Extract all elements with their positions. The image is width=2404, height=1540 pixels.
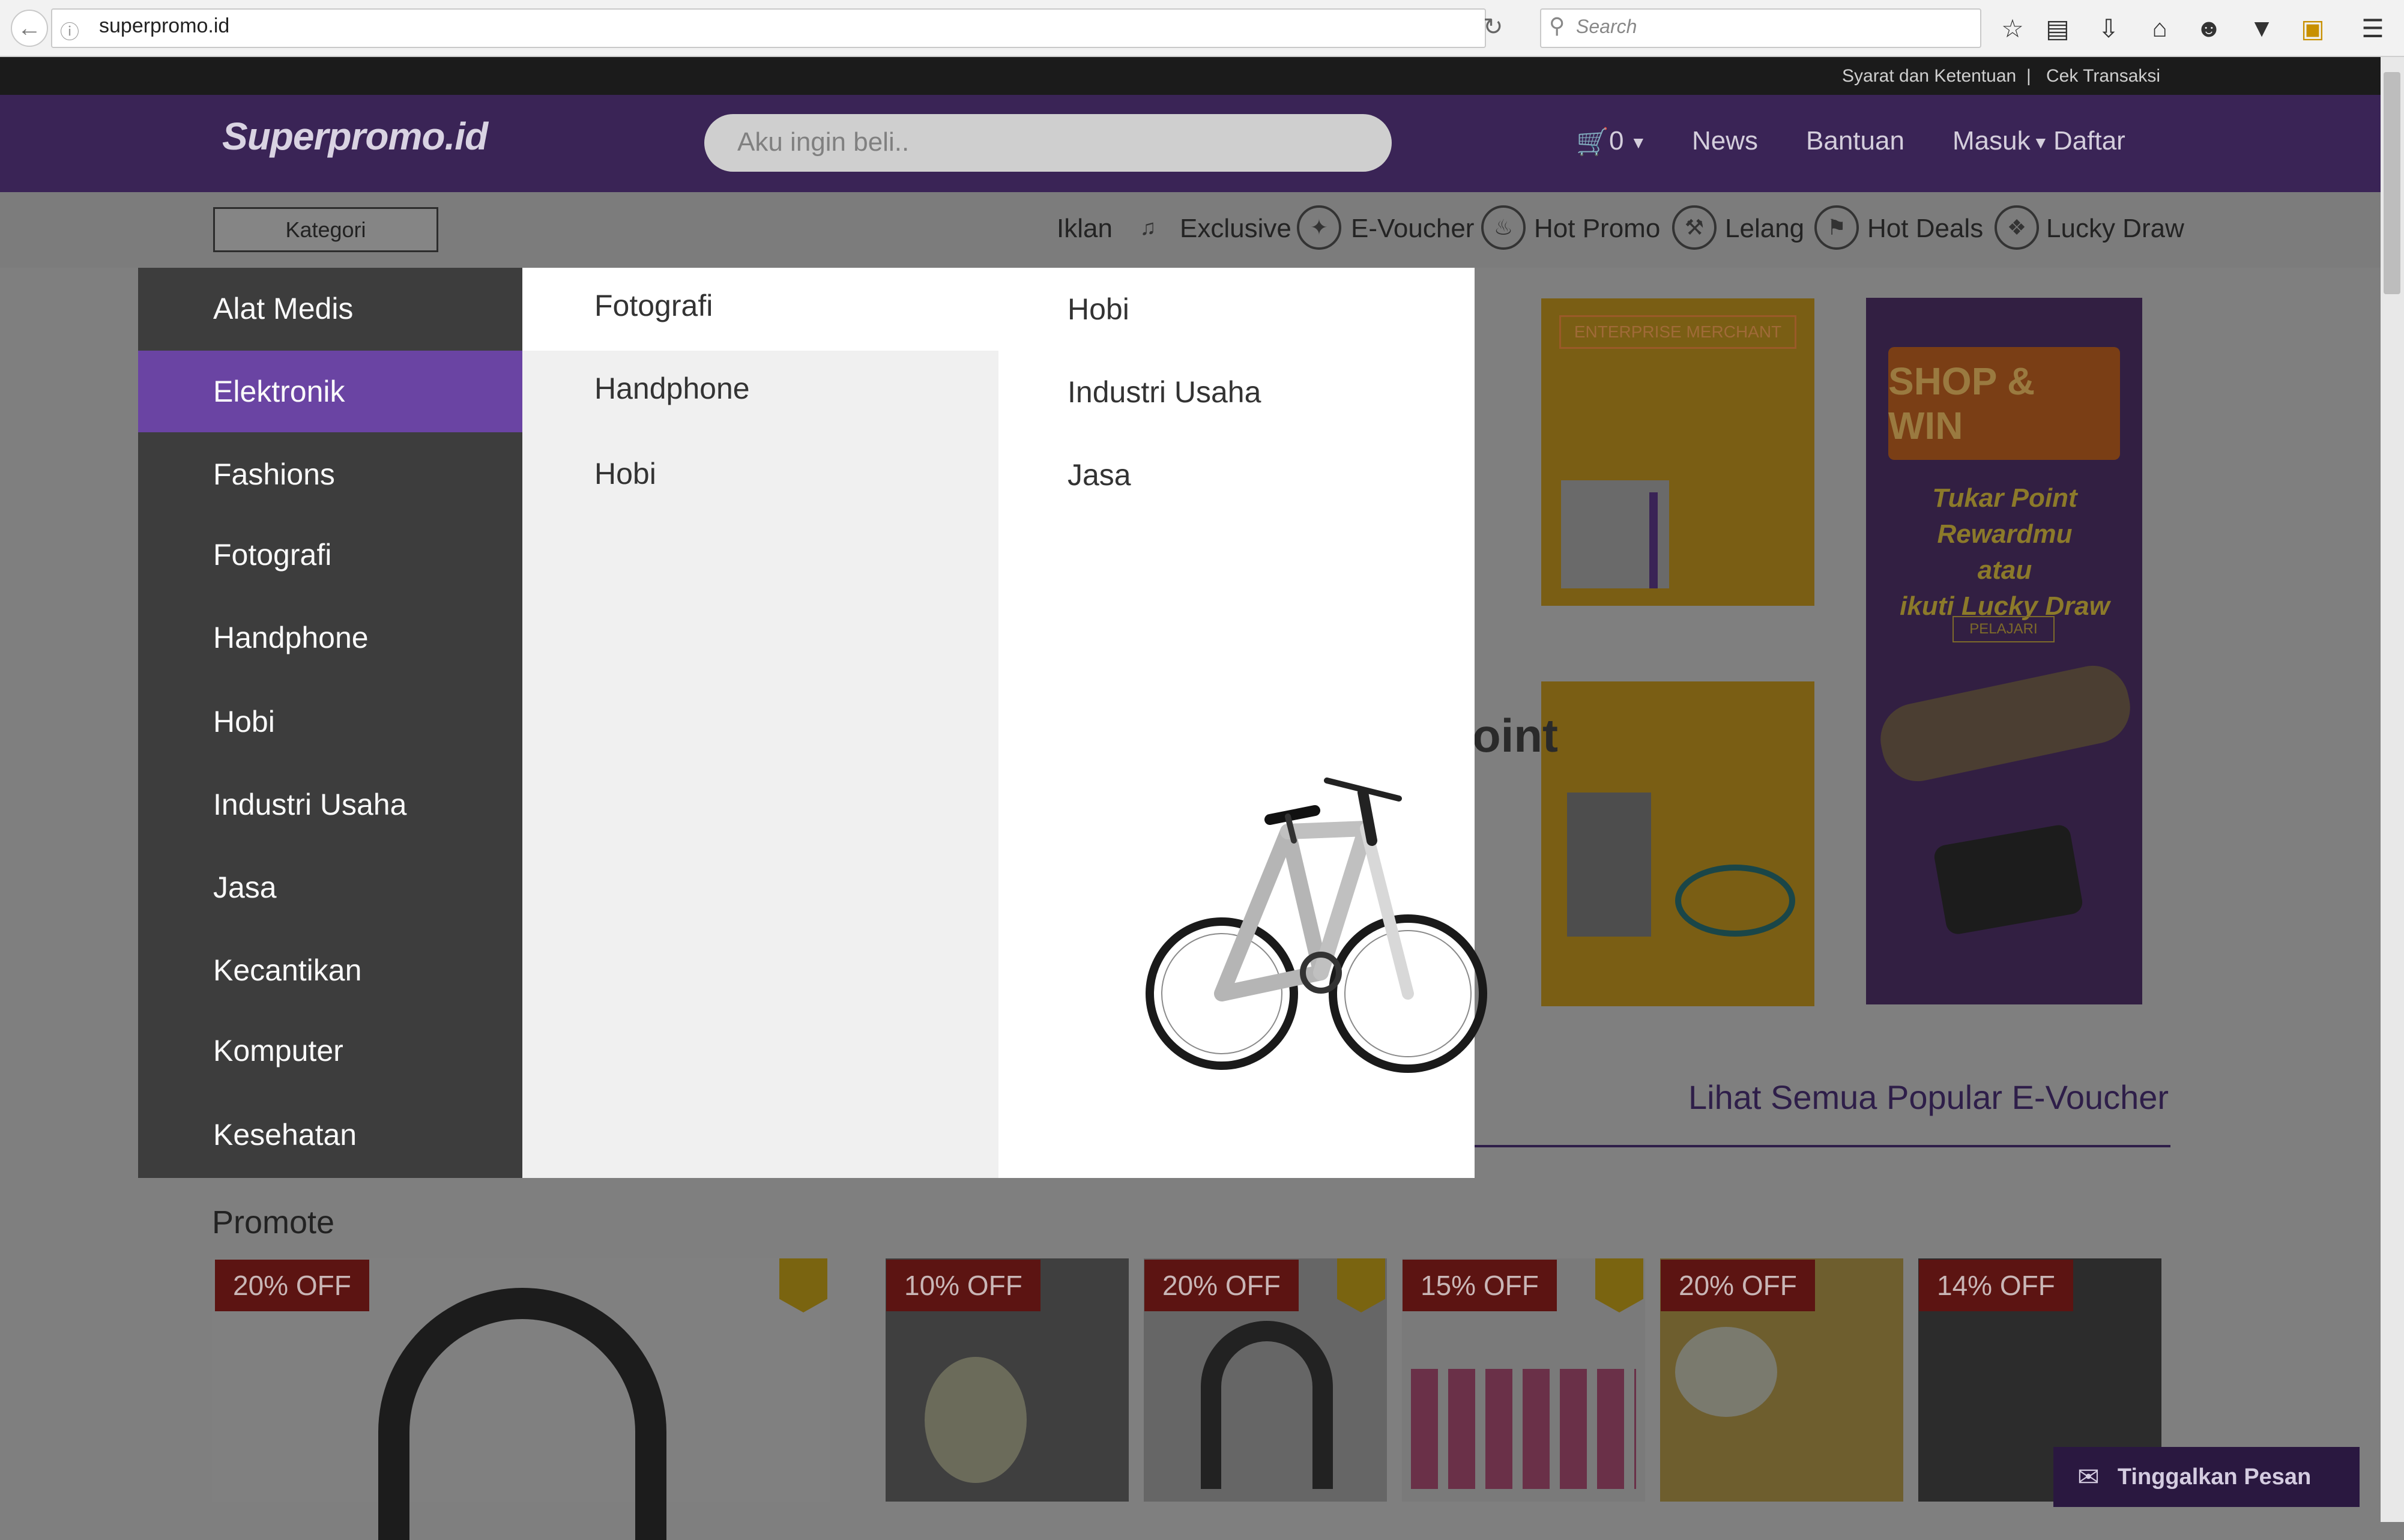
menu-item-alat-medis[interactable]: Alat Medis (138, 268, 522, 349)
subcategory-hobi[interactable]: Hobi (594, 456, 656, 491)
menu-item-fashions[interactable]: Fashions (138, 433, 522, 515)
nav-news[interactable]: News (1692, 126, 1758, 156)
lipstick-image (1411, 1369, 1636, 1489)
fridge-image (1567, 793, 1651, 937)
check-transaction-link[interactable]: Cek Transaksi (2046, 66, 2160, 86)
menu-item-industri-usaha[interactable]: Industri Usaha (138, 764, 522, 845)
cat-link-hotdeals[interactable]: Hot Deals (1867, 214, 1983, 244)
menu-item-fotografi[interactable]: Fotografi (138, 514, 522, 596)
promote-section-title: Promote (212, 1204, 335, 1240)
nav-daftar[interactable]: Daftar (2053, 126, 2125, 156)
gift-icon: ❖ (1995, 205, 2039, 250)
menu-hamburger-icon[interactable]: ☰ (2357, 12, 2389, 44)
flame-icon: ♨ (1481, 205, 1526, 250)
magic-wand-icon: ✦ (1297, 205, 1341, 250)
subcategory-hover-highlight (522, 268, 998, 351)
menu-item-kesehatan[interactable]: Kesehatan (138, 1094, 522, 1176)
cat-link-luckydraw[interactable]: Lucky Draw (2046, 214, 2184, 244)
site-search-placeholder: Aku ingin beli.. (737, 127, 910, 157)
chevron-down-icon[interactable]: ▼ (1630, 133, 1647, 152)
site-logo[interactable]: Superpromo.id (222, 114, 488, 159)
subcategory-fotografi[interactable]: Fotografi (594, 288, 713, 323)
discount-badge: 20% OFF (1144, 1260, 1299, 1311)
menu-item-handphone[interactable]: Handphone (138, 597, 522, 678)
nav-bantuan[interactable]: Bantuan (1806, 126, 1904, 156)
menu-item-elektronik[interactable]: Elektronik (138, 351, 522, 432)
cart-icon[interactable]: 🛒 (1576, 126, 1609, 157)
chat-widget-label: Tinggalkan Pesan (2117, 1464, 2312, 1490)
shop-win-title: SHOP & WIN (1888, 347, 2120, 460)
discount-badge: 20% OFF (215, 1260, 369, 1311)
salted-egg-image (925, 1357, 1027, 1483)
scrollbar-thumb[interactable] (2384, 72, 2400, 294)
menu-item-hobi[interactable]: Hobi (138, 681, 522, 762)
top-utility-bar (0, 57, 2381, 95)
discount-badge: 14% OFF (1919, 1260, 2073, 1311)
url-text: superpromo.id (99, 14, 230, 37)
subcategory-handphone[interactable]: Handphone (594, 371, 750, 406)
reading-list-icon[interactable]: ▤ (2041, 12, 2074, 44)
cat-link-hotpromo[interactable]: Hot Promo (1534, 214, 1660, 244)
terms-link[interactable]: Syarat dan Ketentuan (1842, 66, 2016, 86)
search-icon: ⚲ (1549, 13, 1565, 38)
tukar-line: Tukar Point Rewardmu (1932, 483, 2077, 549)
discount-badge: 15% OFF (1403, 1260, 1557, 1311)
extension-icon[interactable]: ▣ (2297, 12, 2329, 44)
see-all-evoucher-link[interactable]: Lihat Semua Popular E-Voucher (1688, 1078, 2169, 1117)
cat-link-evoucher[interactable]: E-Voucher (1351, 214, 1474, 244)
cart-count[interactable]: 0 (1609, 126, 1623, 156)
subcategory-industri-usaha[interactable]: Industri Usaha (1068, 375, 1261, 409)
chat-bubble-icon[interactable]: ☻ (2193, 12, 2225, 44)
gift-ribbon (1649, 492, 1658, 588)
section-divider (1471, 1145, 2170, 1147)
bookmark-star-icon[interactable]: ☆ (1996, 12, 2029, 44)
back-button[interactable]: ← (11, 10, 48, 47)
discount-badge: 10% OFF (886, 1260, 1040, 1311)
menu-item-kecantikan[interactable]: Kecantikan (138, 929, 522, 1011)
download-icon[interactable]: ⇩ (2092, 12, 2125, 44)
egg-image (1675, 1327, 1777, 1417)
browser-search-placeholder: Search (1576, 16, 1637, 37)
pocket-icon[interactable]: ▼ (2245, 12, 2278, 44)
envelope-icon: ✉ (2077, 1462, 2100, 1492)
cat-link-iklan[interactable]: Iklan (1057, 214, 1113, 244)
reload-icon[interactable]: ↻ (1483, 13, 1503, 41)
enterprise-merchant-banner-label: ENTERPRISE MERCHANT (1559, 315, 1796, 349)
nav-masuk[interactable]: Masuk (1952, 126, 2031, 156)
discount-badge: 20% OFF (1661, 1260, 1815, 1311)
tag-icon: ⚑ (1814, 205, 1859, 250)
chat-widget-button[interactable]: ✉ Tinggalkan Pesan (2053, 1447, 2360, 1507)
home-icon[interactable]: ⌂ (2143, 12, 2176, 44)
info-icon[interactable]: ⓘ (60, 17, 79, 44)
url-bar[interactable] (51, 8, 1486, 48)
menu-item-jasa[interactable]: Jasa (138, 847, 522, 928)
chevron-down-icon[interactable]: ▼ (2032, 133, 2049, 152)
subcategory-hobi-2[interactable]: Hobi (1068, 292, 1129, 327)
tukar-line: atau (1977, 555, 2032, 585)
divider: | (2026, 66, 2031, 86)
cat-link-exclusive[interactable]: Exclusive (1180, 214, 1291, 244)
subcategory-column (522, 268, 998, 1178)
headset-image (1201, 1321, 1333, 1489)
bicycle-image (1675, 865, 1795, 937)
pelajari-button[interactable]: PELAJARI (1952, 616, 2055, 642)
cat-link-lelang[interactable]: Lelang (1725, 214, 1804, 244)
bicycle-image (1146, 778, 1487, 1073)
menu-item-komputer[interactable]: Komputer (138, 1010, 522, 1092)
gift-box-icon: ♫ (1140, 215, 1156, 240)
gavel-icon: ⚒ (1672, 205, 1717, 250)
subcategory-jasa[interactable]: Jasa (1068, 457, 1131, 492)
kategori-button[interactable]: Kategori (213, 207, 438, 252)
tukar-point-text: Tukar Point Rewardmu atau ikuti Lucky Dr… (1873, 480, 2136, 624)
